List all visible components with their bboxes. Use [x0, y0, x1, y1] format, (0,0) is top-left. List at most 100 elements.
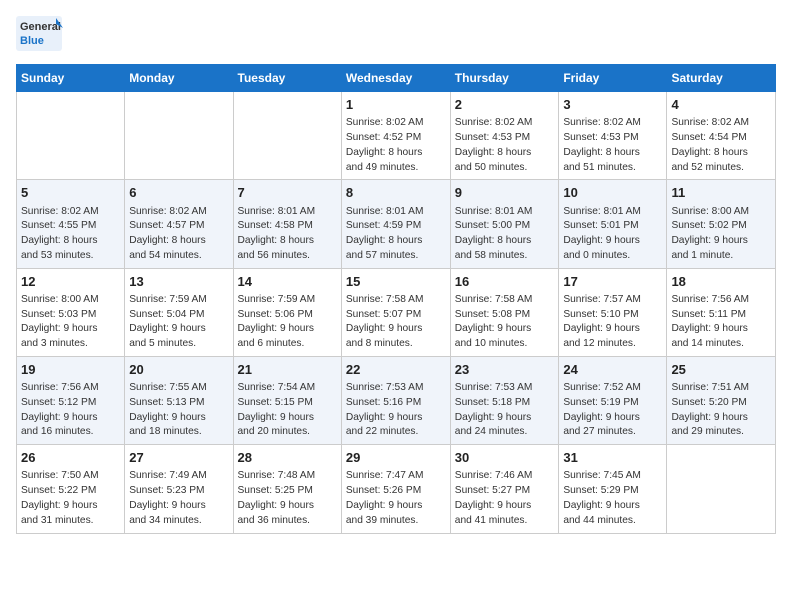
day-info: Sunrise: 8:01 AM Sunset: 4:58 PM Dayligh…: [238, 205, 337, 264]
day-number: 23: [455, 361, 555, 379]
day-info: Sunrise: 7:46 AM Sunset: 5:27 PM Dayligh…: [455, 469, 555, 528]
day-number: 15: [346, 273, 446, 291]
day-number: 9: [455, 184, 555, 202]
day-info: Sunrise: 8:01 AM Sunset: 5:01 PM Dayligh…: [563, 205, 662, 264]
day-number: 1: [346, 96, 446, 114]
day-number: 6: [129, 184, 228, 202]
day-number: 11: [671, 184, 771, 202]
day-number: 5: [21, 184, 120, 202]
calendar-cell: 26Sunrise: 7:50 AM Sunset: 5:22 PM Dayli…: [17, 445, 125, 533]
calendar-cell: 25 Sunrise: 7:51 AM Sunset: 5:20 PM Dayli…: [667, 356, 776, 444]
weekday-header-friday: Friday: [559, 65, 667, 92]
calendar-cell: 6 Sunrise: 8:02 AM Sunset: 4:57 PM Daylig…: [125, 180, 233, 268]
day-number: 17: [563, 273, 662, 291]
day-info: Sunrise: 7:59 AM Sunset: 5:06 PM Dayligh…: [238, 293, 337, 352]
day-info: Sunrise: 7:45 AM Sunset: 5:29 PM Dayligh…: [563, 469, 662, 528]
calendar-cell: 24 Sunrise: 7:52 AM Sunset: 5:19 PM Dayli…: [559, 356, 667, 444]
day-info: Sunrise: 8:02 AM Sunset: 4:53 PM Dayligh…: [455, 116, 555, 175]
calendar-cell: 5 Sunrise: 8:02 AM Sunset: 4:55 PM Daylig…: [17, 180, 125, 268]
day-number: 12: [21, 273, 120, 291]
calendar-cell: 31Sunrise: 7:45 AM Sunset: 5:29 PM Dayli…: [559, 445, 667, 533]
calendar-cell: 3Sunrise: 8:02 AM Sunset: 4:53 PM Daylig…: [559, 92, 667, 180]
day-number: 20: [129, 361, 228, 379]
weekday-header-sunday: Sunday: [17, 65, 125, 92]
day-info: Sunrise: 7:59 AM Sunset: 5:04 PM Dayligh…: [129, 293, 228, 352]
day-info: Sunrise: 8:00 AM Sunset: 5:02 PM Dayligh…: [671, 205, 771, 264]
day-number: 4: [671, 96, 771, 114]
day-number: 21: [238, 361, 337, 379]
calendar-cell: 17 Sunrise: 7:57 AM Sunset: 5:10 PM Dayli…: [559, 268, 667, 356]
calendar-cell: 4Sunrise: 8:02 AM Sunset: 4:54 PM Daylig…: [667, 92, 776, 180]
calendar-cell: [125, 92, 233, 180]
calendar-cell: 12 Sunrise: 8:00 AM Sunset: 5:03 PM Dayli…: [17, 268, 125, 356]
calendar-cell: 21 Sunrise: 7:54 AM Sunset: 5:15 PM Dayli…: [233, 356, 341, 444]
day-number: 2: [455, 96, 555, 114]
day-info: Sunrise: 8:00 AM Sunset: 5:03 PM Dayligh…: [21, 293, 120, 352]
day-number: 22: [346, 361, 446, 379]
calendar-cell: 10 Sunrise: 8:01 AM Sunset: 5:01 PM Dayli…: [559, 180, 667, 268]
day-info: Sunrise: 7:56 AM Sunset: 5:11 PM Dayligh…: [671, 293, 771, 352]
svg-text:Blue: Blue: [20, 35, 44, 47]
day-number: 10: [563, 184, 662, 202]
logo-graphic: General Blue: [16, 16, 64, 52]
calendar-cell: [233, 92, 341, 180]
calendar-cell: 19 Sunrise: 7:56 AM Sunset: 5:12 PM Dayli…: [17, 356, 125, 444]
weekday-header-tuesday: Tuesday: [233, 65, 341, 92]
day-number: 7: [238, 184, 337, 202]
day-number: 18: [671, 273, 771, 291]
weekday-header-thursday: Thursday: [450, 65, 559, 92]
day-number: 16: [455, 273, 555, 291]
day-info: Sunrise: 7:53 AM Sunset: 5:16 PM Dayligh…: [346, 381, 446, 440]
calendar-cell: 23 Sunrise: 7:53 AM Sunset: 5:18 PM Dayli…: [450, 356, 559, 444]
calendar-cell: 7 Sunrise: 8:01 AM Sunset: 4:58 PM Daylig…: [233, 180, 341, 268]
calendar-cell: 20 Sunrise: 7:55 AM Sunset: 5:13 PM Dayli…: [125, 356, 233, 444]
day-info: Sunrise: 7:54 AM Sunset: 5:15 PM Dayligh…: [238, 381, 337, 440]
day-info: Sunrise: 8:02 AM Sunset: 4:57 PM Dayligh…: [129, 205, 228, 264]
calendar-week-4: 19 Sunrise: 7:56 AM Sunset: 5:12 PM Dayli…: [17, 356, 776, 444]
day-number: 24: [563, 361, 662, 379]
day-number: 29: [346, 449, 446, 467]
calendar-week-2: 5 Sunrise: 8:02 AM Sunset: 4:55 PM Daylig…: [17, 180, 776, 268]
calendar-cell: 9 Sunrise: 8:01 AM Sunset: 5:00 PM Daylig…: [450, 180, 559, 268]
weekday-header-wednesday: Wednesday: [341, 65, 450, 92]
calendar-cell: 16 Sunrise: 7:58 AM Sunset: 5:08 PM Dayli…: [450, 268, 559, 356]
day-info: Sunrise: 8:01 AM Sunset: 4:59 PM Dayligh…: [346, 205, 446, 264]
day-info: Sunrise: 8:01 AM Sunset: 5:00 PM Dayligh…: [455, 205, 555, 264]
calendar-week-1: 1 Sunrise: 8:02 AM Sunset: 4:52 PM Daylig…: [17, 92, 776, 180]
day-number: 27: [129, 449, 228, 467]
day-info: Sunrise: 7:58 AM Sunset: 5:07 PM Dayligh…: [346, 293, 446, 352]
day-number: 14: [238, 273, 337, 291]
calendar-cell: 22 Sunrise: 7:53 AM Sunset: 5:16 PM Dayli…: [341, 356, 450, 444]
day-number: 26: [21, 449, 120, 467]
weekday-header-monday: Monday: [125, 65, 233, 92]
day-info: Sunrise: 7:58 AM Sunset: 5:08 PM Dayligh…: [455, 293, 555, 352]
logo: General Blue: [16, 16, 64, 52]
weekday-header-saturday: Saturday: [667, 65, 776, 92]
calendar-cell: [17, 92, 125, 180]
day-info: Sunrise: 7:47 AM Sunset: 5:26 PM Dayligh…: [346, 469, 446, 528]
day-info: Sunrise: 8:02 AM Sunset: 4:55 PM Dayligh…: [21, 205, 120, 264]
day-info: Sunrise: 7:51 AM Sunset: 5:20 PM Dayligh…: [671, 381, 771, 440]
day-number: 19: [21, 361, 120, 379]
day-info: Sunrise: 7:57 AM Sunset: 5:10 PM Dayligh…: [563, 293, 662, 352]
calendar-cell: 11 Sunrise: 8:00 AM Sunset: 5:02 PM Dayli…: [667, 180, 776, 268]
day-info: Sunrise: 8:02 AM Sunset: 4:52 PM Dayligh…: [346, 116, 446, 175]
calendar-week-5: 26Sunrise: 7:50 AM Sunset: 5:22 PM Dayli…: [17, 445, 776, 533]
calendar-cell: 28 Sunrise: 7:48 AM Sunset: 5:25 PM Dayli…: [233, 445, 341, 533]
calendar-table: SundayMondayTuesdayWednesdayThursdayFrid…: [16, 64, 776, 534]
svg-text:General: General: [20, 21, 61, 33]
day-info: Sunrise: 7:55 AM Sunset: 5:13 PM Dayligh…: [129, 381, 228, 440]
calendar-cell: 15 Sunrise: 7:58 AM Sunset: 5:07 PM Dayli…: [341, 268, 450, 356]
day-info: Sunrise: 7:48 AM Sunset: 5:25 PM Dayligh…: [238, 469, 337, 528]
day-info: Sunrise: 7:52 AM Sunset: 5:19 PM Dayligh…: [563, 381, 662, 440]
calendar-cell: 14 Sunrise: 7:59 AM Sunset: 5:06 PM Dayli…: [233, 268, 341, 356]
day-info: Sunrise: 7:53 AM Sunset: 5:18 PM Dayligh…: [455, 381, 555, 440]
calendar-cell: 8Sunrise: 8:01 AM Sunset: 4:59 PM Daylig…: [341, 180, 450, 268]
day-number: 3: [563, 96, 662, 114]
calendar-cell: 29 Sunrise: 7:47 AM Sunset: 5:26 PM Dayli…: [341, 445, 450, 533]
day-number: 28: [238, 449, 337, 467]
day-info: Sunrise: 7:49 AM Sunset: 5:23 PM Dayligh…: [129, 469, 228, 528]
day-number: 25: [671, 361, 771, 379]
day-info: Sunrise: 7:56 AM Sunset: 5:12 PM Dayligh…: [21, 381, 120, 440]
weekday-header-row: SundayMondayTuesdayWednesdayThursdayFrid…: [17, 65, 776, 92]
